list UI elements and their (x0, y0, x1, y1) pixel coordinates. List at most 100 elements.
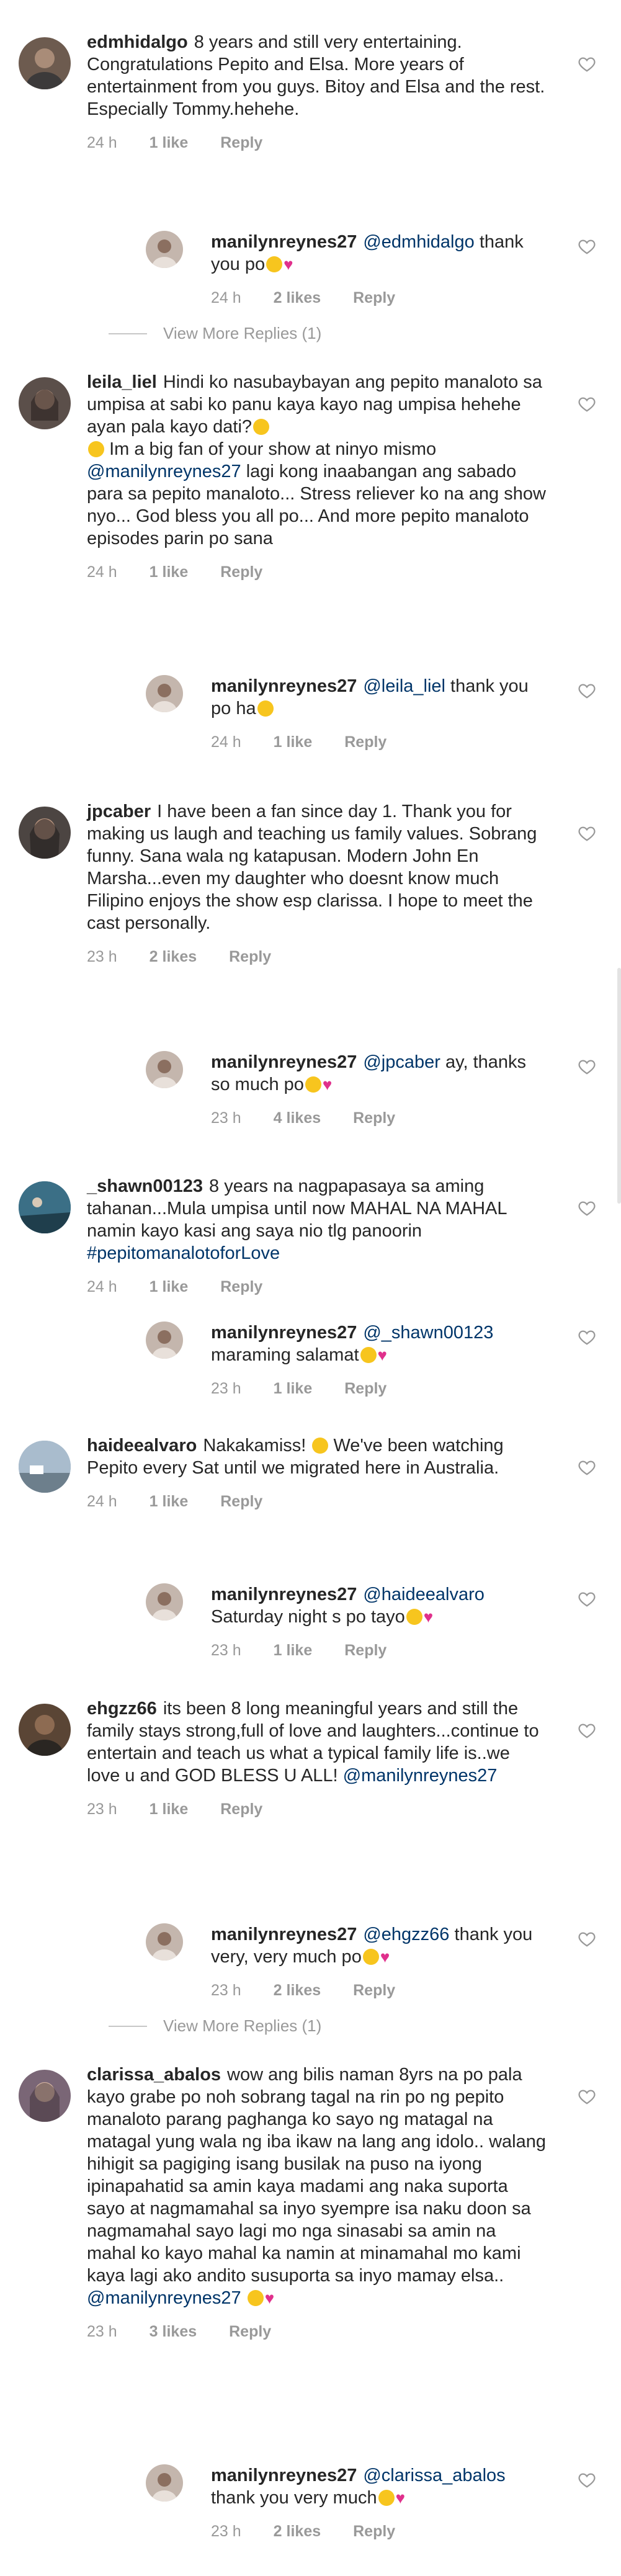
mention-link[interactable]: @clarissa_abalos (363, 2466, 505, 2485)
reply-button[interactable]: Reply (220, 132, 262, 154)
comment-username[interactable]: _shawn00123 (87, 1176, 203, 1196)
scrollbar[interactable] (617, 968, 621, 1204)
comment-username[interactable]: ehgzz66 (87, 1699, 157, 1719)
likes-count[interactable]: 2 likes (274, 2520, 321, 2542)
avatar[interactable] (19, 2070, 71, 2122)
reply-button[interactable]: Reply (344, 1639, 386, 1661)
comment-meta: 23 h 1 like Reply (87, 1798, 547, 1820)
likes-count[interactable]: 1 like (150, 1276, 189, 1298)
like-heart-icon[interactable] (578, 1458, 596, 1477)
comment-text: haideealvaro Nakakamiss! We've been watch… (87, 1436, 504, 1478)
comment-username[interactable]: edmhidalgo (87, 32, 188, 52)
mention-link[interactable]: @manilynreynes27 (343, 1766, 498, 1786)
pink-heart-emoji-icon: ♥ (322, 1075, 333, 1094)
avatar[interactable] (19, 37, 71, 89)
likes-count[interactable]: 1 like (150, 1490, 189, 1513)
comment-text: edmhidalgo 8 years and still very enterta… (87, 32, 545, 119)
comment-username[interactable]: clarissa_abalos (87, 2065, 221, 2085)
likes-count[interactable]: 2 likes (274, 1979, 321, 2001)
reply-button[interactable]: Reply (220, 1276, 262, 1298)
like-heart-icon[interactable] (578, 2471, 596, 2489)
mention-link[interactable]: @leila_liel (363, 676, 445, 696)
mention-link[interactable]: @edmhidalgo (363, 232, 474, 252)
likes-count[interactable]: 1 like (274, 1377, 313, 1400)
avatar[interactable] (19, 807, 71, 859)
comment-meta: 23 h 1 like Reply (211, 1377, 547, 1400)
comment-username[interactable]: manilynreynes27 (211, 2466, 357, 2485)
like-heart-icon[interactable] (578, 681, 596, 700)
pink-heart-emoji-icon: ♥ (377, 1346, 387, 1364)
mention-link[interactable]: @_shawn00123 (363, 1323, 493, 1343)
reply-button[interactable]: Reply (229, 2320, 271, 2343)
likes-count[interactable]: 1 like (274, 731, 313, 753)
comment-username[interactable]: jpcaber (87, 802, 151, 821)
likes-count[interactable]: 1 like (274, 1639, 313, 1661)
reply-button[interactable]: Reply (220, 561, 262, 583)
view-more-replies[interactable]: View More Replies (1) (109, 2016, 321, 2036)
comment-text: manilynreynes27 @_shawn00123 maraming sal… (211, 1323, 494, 1365)
reply-button[interactable]: Reply (220, 1490, 262, 1513)
comment-username[interactable]: manilynreynes27 (211, 1925, 357, 1944)
like-heart-icon[interactable] (578, 1930, 596, 1948)
avatar[interactable] (146, 1051, 183, 1088)
likes-count[interactable]: 3 likes (150, 2320, 197, 2343)
avatar[interactable] (19, 1704, 71, 1756)
like-heart-icon[interactable] (578, 1328, 596, 1346)
mention-link[interactable]: @haideealvaro (363, 1585, 485, 1604)
avatar[interactable] (19, 1181, 71, 1233)
mention-link[interactable]: @jpcaber (363, 1052, 440, 1072)
avatar[interactable] (19, 1441, 71, 1493)
comment-username[interactable]: manilynreynes27 (211, 1585, 357, 1604)
comment-text: manilynreynes27 @haideealvaro Saturday ni… (211, 1585, 485, 1627)
timestamp: 24 h (87, 1278, 117, 1295)
like-heart-icon[interactable] (578, 1721, 596, 1740)
comment-username[interactable]: manilynreynes27 (211, 676, 357, 696)
timestamp: 23 h (87, 948, 117, 965)
timestamp: 23 h (211, 1109, 241, 1127)
comment-username[interactable]: manilynreynes27 (211, 1323, 357, 1343)
comment-username[interactable]: manilynreynes27 (211, 1052, 357, 1072)
reply-button[interactable]: Reply (220, 1798, 262, 1820)
mention-link[interactable]: @manilynreynes27 (87, 2288, 241, 2308)
comment-text: manilynreynes27 @ehgzz66 thank you very, … (211, 1925, 533, 1967)
comment-username[interactable]: leila_liel (87, 372, 157, 392)
avatar[interactable] (146, 1923, 183, 1961)
likes-count[interactable]: 1 like (150, 132, 189, 154)
reply-button[interactable]: Reply (353, 1107, 395, 1129)
avatar[interactable] (146, 1583, 183, 1621)
reply-button[interactable]: Reply (229, 946, 271, 968)
comment-text: clarissa_abalos wow ang bilis naman 8yrs … (87, 2065, 546, 2308)
reply-button[interactable]: Reply (353, 287, 395, 309)
like-heart-icon[interactable] (578, 55, 596, 73)
like-heart-icon[interactable] (578, 1057, 596, 1076)
avatar[interactable] (146, 675, 183, 712)
view-more-replies[interactable]: View More Replies (1) (109, 324, 321, 343)
avatar[interactable] (19, 377, 71, 429)
likes-count[interactable]: 1 like (150, 561, 189, 583)
avatar[interactable] (146, 2464, 183, 2502)
hashtag-link[interactable]: #pepitomanalotoforLove (87, 1243, 280, 1263)
avatar[interactable] (146, 1322, 183, 1359)
smile-emoji-icon (253, 419, 270, 435)
reply-button[interactable]: Reply (353, 1979, 395, 2001)
reply-button[interactable]: Reply (344, 731, 386, 753)
like-heart-icon[interactable] (578, 824, 596, 843)
like-heart-icon[interactable] (578, 1199, 596, 1217)
comment-username[interactable]: haideealvaro (87, 1436, 197, 1456)
reply-button[interactable]: Reply (353, 2520, 395, 2542)
comment-meta: 24 h 1 like Reply (87, 561, 547, 583)
likes-count[interactable]: 2 likes (150, 946, 197, 968)
timestamp: 23 h (211, 1642, 241, 1659)
likes-count[interactable]: 1 like (150, 1798, 189, 1820)
mention-link[interactable]: @manilynreynes27 (87, 462, 241, 481)
like-heart-icon[interactable] (578, 237, 596, 256)
comment-username[interactable]: manilynreynes27 (211, 232, 357, 252)
like-heart-icon[interactable] (578, 2087, 596, 2106)
likes-count[interactable]: 2 likes (274, 287, 321, 309)
likes-count[interactable]: 4 likes (274, 1107, 321, 1129)
reply-button[interactable]: Reply (344, 1377, 386, 1400)
like-heart-icon[interactable] (578, 1590, 596, 1608)
like-heart-icon[interactable] (578, 395, 596, 413)
mention-link[interactable]: @ehgzz66 (363, 1925, 449, 1944)
avatar[interactable] (146, 231, 183, 268)
